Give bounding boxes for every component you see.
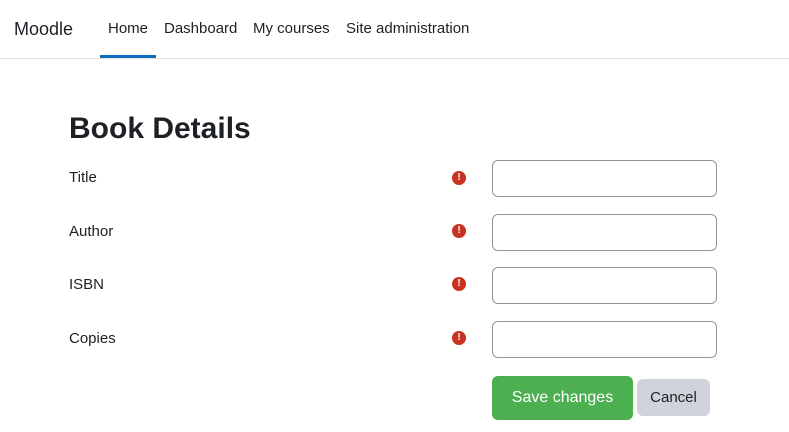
nav-item-site-administration[interactable]: Site administration — [346, 19, 469, 39]
required-icon: ! — [452, 277, 466, 291]
save-changes-button[interactable]: Save changes — [492, 376, 633, 420]
isbn-input[interactable] — [492, 267, 717, 304]
site-brand[interactable]: Moodle — [14, 18, 73, 40]
required-icon: ! — [452, 224, 466, 238]
author-input[interactable] — [492, 214, 717, 251]
author-label: Author — [69, 223, 114, 240]
isbn-label: ISBN — [69, 276, 105, 293]
title-label: Title — [69, 169, 97, 186]
copies-input[interactable] — [492, 321, 717, 358]
active-nav-indicator — [100, 55, 156, 58]
nav-item-home[interactable]: Home — [108, 19, 148, 39]
copies-label: Copies — [69, 330, 116, 347]
top-navbar: Moodle Home Dashboard My courses Site ad… — [0, 0, 789, 59]
nav-item-dashboard[interactable]: Dashboard — [164, 19, 237, 39]
page-title: Book Details — [69, 112, 251, 145]
nav-item-my-courses[interactable]: My courses — [253, 19, 330, 39]
required-icon: ! — [452, 331, 466, 345]
cancel-button[interactable]: Cancel — [637, 379, 710, 416]
required-icon: ! — [452, 171, 466, 185]
title-input[interactable] — [492, 160, 717, 197]
